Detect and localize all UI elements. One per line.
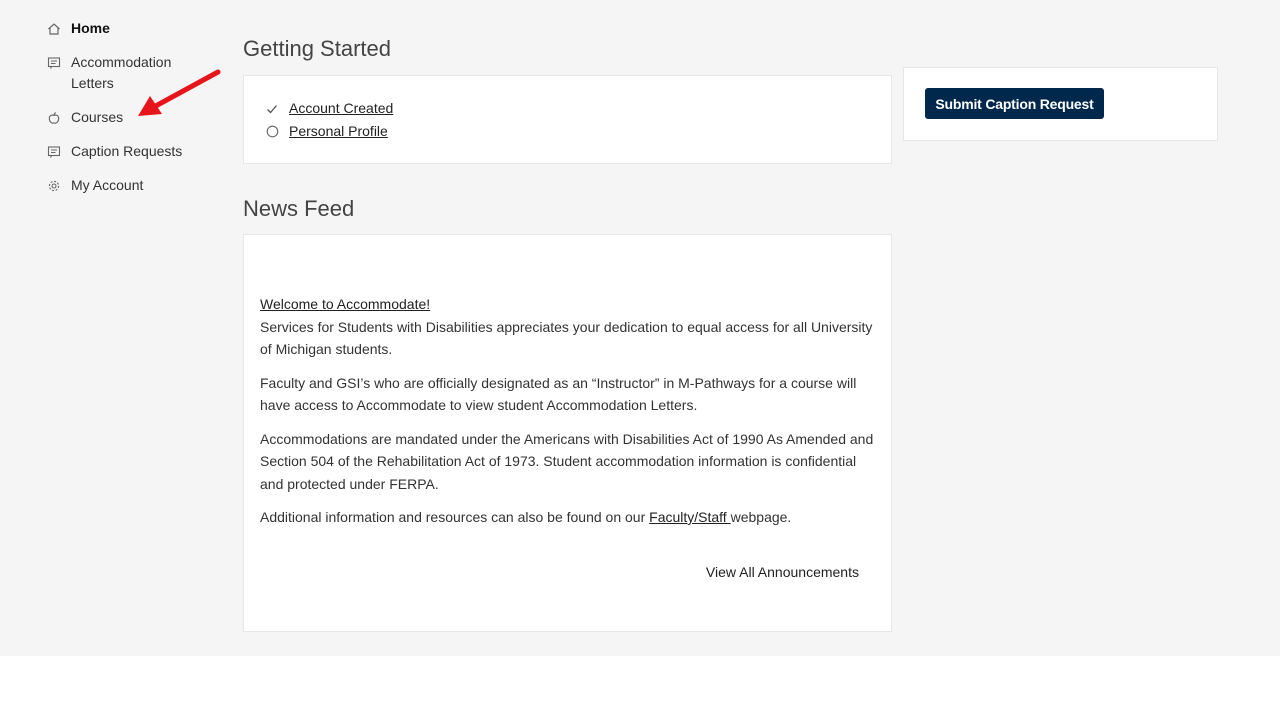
sidebar-item-label: My Account: [71, 177, 144, 193]
sidebar-item-label: Home: [71, 20, 110, 36]
checklist-item-personal-profile: Personal Profile: [265, 120, 393, 143]
personal-profile-link[interactable]: Personal Profile: [289, 120, 388, 143]
annotation-arrow-icon: [138, 69, 221, 116]
checkmark-icon: [265, 102, 279, 116]
news-paragraph: Services for Students with Disabilities …: [260, 318, 873, 358]
circle-empty-icon: [265, 125, 279, 139]
sidebar-item-home[interactable]: Home: [44, 18, 214, 39]
sidebar-item-caption-requests[interactable]: Caption Requests: [44, 141, 214, 162]
submit-caption-request-button[interactable]: Submit Caption Request: [925, 88, 1104, 119]
apple-icon: [44, 107, 64, 128]
sidebar-item-my-account[interactable]: My Account: [44, 175, 214, 196]
news-feed-title: News Feed: [243, 196, 355, 221]
news-text: webpage.: [730, 509, 792, 525]
sidebar-item-label: Caption Requests: [71, 143, 183, 159]
home-icon: [44, 18, 64, 39]
getting-started-title: Getting Started: [243, 36, 391, 61]
account-created-link[interactable]: Account Created: [289, 97, 393, 120]
news-paragraph: Faculty and GSI’s who are officially des…: [260, 374, 857, 414]
news-feed-content: Welcome to Accommodate! Services for Stu…: [260, 293, 880, 540]
sidebar-item-label: Courses: [71, 109, 124, 125]
news-feed-card: Welcome to Accommodate! Services for Stu…: [243, 234, 892, 632]
faculty-staff-link[interactable]: Faculty/Staff: [649, 509, 730, 525]
message-icon: [44, 141, 64, 162]
app-shell: Home Accommodation Letters Courses Capti…: [0, 0, 1280, 656]
checklist-item-account-created: Account Created: [265, 97, 393, 120]
news-text: Additional information and resources can…: [260, 509, 650, 525]
gear-icon: [44, 175, 64, 196]
message-icon: [44, 52, 64, 73]
news-paragraph: Accommodations are mandated under the Am…: [260, 430, 874, 492]
getting-started-card: Account Created Personal Profile: [243, 75, 892, 164]
view-all-announcements-link[interactable]: View All Announcements: [706, 564, 859, 580]
news-paragraph: Additional information and resources can…: [260, 506, 880, 529]
welcome-link[interactable]: Welcome to Accommodate!: [260, 296, 430, 312]
caption-request-card: Submit Caption Request: [903, 67, 1218, 141]
